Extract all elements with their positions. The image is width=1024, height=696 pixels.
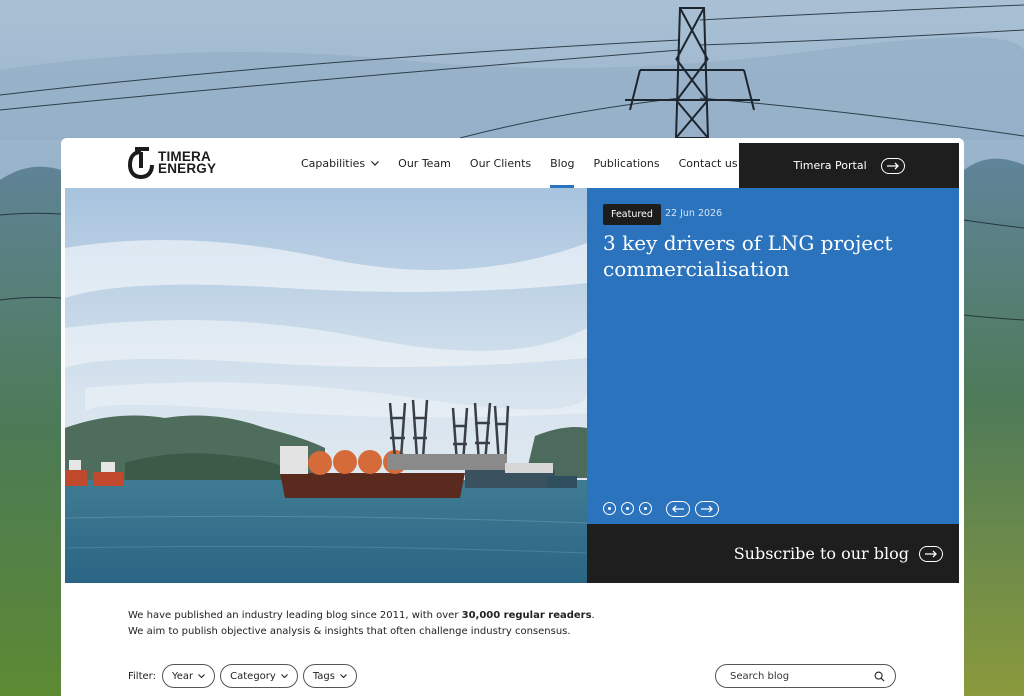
nav-publications-label: Publications [593, 156, 660, 170]
logo-mark-icon [127, 147, 154, 180]
portal-label: Timera Portal [793, 159, 867, 172]
filter-year-dropdown[interactable]: Year [161, 664, 216, 688]
chevron-down-icon [340, 674, 347, 678]
slide-indicators [603, 502, 657, 515]
search-icon[interactable] [874, 671, 885, 682]
subscribe-blog-button[interactable]: Subscribe to our blog [587, 524, 959, 583]
featured-badge: Featured [603, 204, 661, 225]
slide-controls [666, 501, 724, 517]
nav-capabilities-label: Capabilities [301, 156, 366, 170]
brand-logo[interactable]: TIMERA ENERGY [127, 144, 216, 182]
nav-our-clients-label: Our Clients [469, 156, 532, 170]
post-date: 22 Jun 2026 [665, 208, 723, 219]
intro-line-1-prefix: We have published an industry leading bl… [128, 610, 462, 621]
arrow-right-icon [919, 545, 943, 562]
filter-year-label: Year [171, 670, 194, 682]
slide-dot-1[interactable] [603, 502, 616, 515]
nav-blog[interactable]: Blog [550, 138, 575, 188]
nav-blog-label: Blog [550, 156, 575, 170]
nav-publications[interactable]: Publications [593, 138, 659, 188]
nav-capabilities[interactable]: Capabilities [301, 138, 380, 188]
nav-our-team-label: Our Team [398, 156, 451, 170]
intro-line-1: We have published an industry leading bl… [128, 608, 828, 624]
filter-label: Filter: [128, 670, 156, 682]
nav-our-clients[interactable]: Our Clients [470, 138, 531, 188]
prev-slide-button[interactable] [666, 501, 690, 517]
subscribe-label: Subscribe to our blog [733, 544, 909, 563]
nav-contact-us[interactable]: Contact us [679, 138, 738, 188]
site-header: TIMERA ENERGY Capabilities Our Team Our … [61, 138, 964, 188]
filter-category-label: Category [230, 670, 276, 682]
intro-line-1-suffix: . [591, 610, 595, 621]
arrow-right-icon [880, 157, 905, 174]
blog-intro: We have published an industry leading bl… [128, 608, 828, 640]
slide-dot-2[interactable] [621, 502, 634, 515]
nav-contact-us-label: Contact us [678, 156, 738, 170]
slide-dot-3[interactable] [639, 502, 652, 515]
brand-wordmark: TIMERA ENERGY [158, 150, 217, 176]
brand-line-2: ENERGY [158, 161, 217, 176]
filter-tags-dropdown[interactable]: Tags [302, 664, 357, 688]
content-card: TIMERA ENERGY Capabilities Our Team Our … [61, 138, 964, 696]
search-blog-input[interactable]: Search blog [715, 664, 896, 688]
featured-post-panel[interactable]: Featured 22 Jun 2026 3 key drivers of LN… [587, 188, 959, 524]
chevron-down-icon [371, 160, 380, 166]
arrow-left-icon [672, 505, 684, 513]
nav-our-team[interactable]: Our Team [398, 138, 451, 188]
main-nav: Capabilities Our Team Our Clients Blog P… [301, 138, 765, 188]
filter-category-dropdown[interactable]: Category [220, 664, 298, 688]
chevron-down-icon [198, 674, 206, 678]
timera-portal-button[interactable]: Timera Portal [739, 143, 959, 188]
filter-tags-label: Tags [312, 670, 335, 682]
intro-readers-count: 30,000 regular readers [461, 610, 592, 621]
search-blog-placeholder: Search blog [730, 670, 790, 682]
arrow-right-icon [701, 505, 713, 513]
chevron-down-icon [280, 674, 288, 678]
featured-post-title[interactable]: 3 key drivers of LNG project commerciali… [603, 230, 948, 282]
intro-line-2: We aim to publish objective analysis & i… [128, 626, 571, 637]
filter-bar: Filter: Year Category Tags [128, 664, 362, 688]
next-slide-button[interactable] [695, 501, 719, 517]
hero-image-lng-tankers [65, 188, 587, 583]
